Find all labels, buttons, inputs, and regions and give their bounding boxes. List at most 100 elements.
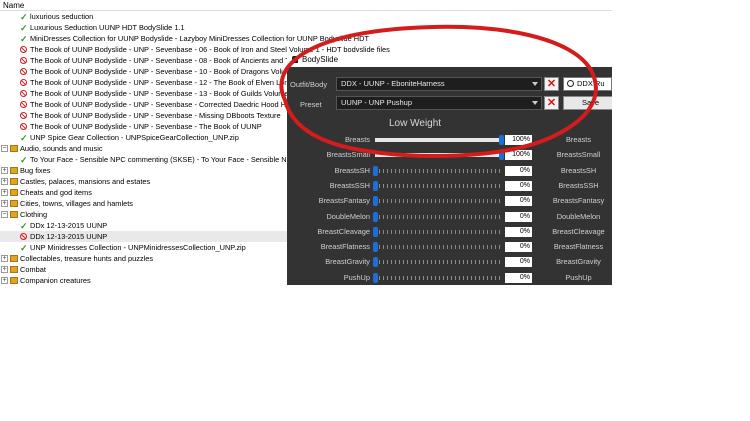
slider-label: BreastCleavage <box>317 226 370 236</box>
row-label: The Book of UUNP Bodyslide - UNP - Seven… <box>30 89 300 98</box>
slider-value-field[interactable]: 100% <box>505 135 532 145</box>
slider-thumb[interactable] <box>373 211 378 222</box>
slider-value-field[interactable]: 0% <box>505 165 532 176</box>
expand-icon[interactable]: + <box>1 167 8 174</box>
row-label: Cheats and god items <box>20 188 92 197</box>
slider-label-high: BreastGravity <box>556 257 601 267</box>
outfit-filter-input[interactable]: DDX Ru <box>563 77 612 91</box>
mod-row[interactable]: ✓ Luxurious Seduction UUNP HDT BodySlide … <box>0 22 612 33</box>
row-label: UNP Spice Gear Collection - UNPSpiceGear… <box>30 133 239 142</box>
row-label: luxurious seduction <box>30 12 94 21</box>
slider-value-field[interactable]: 0% <box>505 242 532 253</box>
slider-value-field[interactable]: 100% <box>505 150 532 161</box>
expand-icon[interactable]: + <box>1 277 8 284</box>
collapse-icon[interactable]: − <box>1 145 8 152</box>
slider-track[interactable] <box>373 165 501 176</box>
row-label: Cities, towns, villages and hamlets <box>20 199 133 208</box>
slider-ticks <box>375 168 501 173</box>
row-label: Collectables, treasure hunts and puzzles <box>20 254 154 263</box>
slider-thumb[interactable] <box>499 150 504 161</box>
column-header-name[interactable]: Name <box>0 0 612 11</box>
enabled-check-icon: ✓ <box>20 23 28 33</box>
row-label: The Book of UUNP Bodyslide - UNP - Seven… <box>30 78 302 87</box>
enabled-check-icon: ✓ <box>20 243 28 253</box>
slider-row: Breasts 100% Breasts <box>287 134 612 146</box>
slider-thumb[interactable] <box>499 135 504 145</box>
slider-value-field[interactable]: 0% <box>505 211 532 222</box>
conflict-ban-icon <box>20 68 27 75</box>
slider-row: PushUp 0% PushUp <box>287 272 612 284</box>
slider-track[interactable] <box>373 226 501 237</box>
row-label: Combat <box>20 265 46 274</box>
clear-outfit-button[interactable]: ✕ <box>544 77 559 91</box>
slider-thumb[interactable] <box>373 180 378 191</box>
slider-thumb[interactable] <box>373 196 378 207</box>
slider-label: BreastsSH <box>334 165 370 175</box>
row-label: The Book of UUNP Bodyslide - UNP - Seven… <box>30 67 302 76</box>
slider-track[interactable] <box>373 257 501 268</box>
slider-value-field[interactable]: 0% <box>505 180 532 191</box>
expand-icon[interactable]: + <box>1 266 8 273</box>
slider-fill <box>375 138 501 142</box>
conflict-ban-icon <box>20 79 27 86</box>
mod-row[interactable]: ✓ MiniDresses Collection for UUNP Bodysli… <box>0 33 612 44</box>
chevron-down-icon <box>532 82 538 86</box>
outfit-body-select[interactable]: DDX - UUNP - EboniteHarness <box>336 77 542 91</box>
slider-label-high: BreastFlatness <box>553 242 604 252</box>
slider-track[interactable] <box>373 196 501 207</box>
slider-track[interactable] <box>373 272 501 283</box>
slider-label: BreastsFantasy <box>318 196 370 206</box>
enabled-check-icon: ✓ <box>20 155 28 165</box>
slider-label-high: BreastCleavage <box>552 226 605 236</box>
slider-thumb[interactable] <box>373 242 378 253</box>
slider-thumb[interactable] <box>373 272 378 283</box>
slider-ticks <box>375 275 501 280</box>
preset-select[interactable]: UUNP - UNP Pushup <box>336 96 542 110</box>
slider-track[interactable] <box>373 180 501 191</box>
slider-value-field[interactable]: 0% <box>505 272 532 283</box>
clear-preset-button[interactable]: ✕ <box>544 96 559 110</box>
low-weight-heading: Low Weight <box>389 118 442 129</box>
slider-value-field[interactable]: 0% <box>505 226 532 237</box>
row-label: The Book of UUNP Bodyslide - UNP - Seven… <box>30 122 262 131</box>
slider-track[interactable] <box>373 211 501 222</box>
slider-label-high: BreastsSmall <box>556 150 601 160</box>
search-icon <box>567 80 574 87</box>
slider-label-high: DoubleMelon <box>556 211 601 221</box>
mod-row[interactable]: ✓ luxurious seduction <box>0 11 612 22</box>
row-label: The Book of UUNP Bodyslide - UNP - Seven… <box>30 111 281 120</box>
slider-track[interactable] <box>375 150 504 161</box>
slider-label-high: BreastsFantasy <box>552 196 605 206</box>
enabled-check-icon: ✓ <box>20 12 28 22</box>
slider-ticks <box>375 245 501 250</box>
save-button[interactable]: Save <box>563 96 612 110</box>
slider-ticks <box>375 183 501 188</box>
row-label: To Your Face - Sensible NPC commenting (… <box>30 155 307 164</box>
collapse-icon[interactable]: − <box>1 211 8 218</box>
slider-track[interactable] <box>373 242 501 253</box>
bodyslide-window: BodySlide Outfit/Body DDX - UUNP - Eboni… <box>287 52 612 285</box>
conflict-ban-icon <box>20 112 27 119</box>
slider-label-high: Breasts <box>565 135 592 144</box>
bodyslide-titlebar[interactable]: BodySlide <box>287 52 612 67</box>
slider-track[interactable] <box>375 135 504 145</box>
slider-label: Breasts <box>344 135 370 144</box>
conflict-ban-icon <box>20 57 27 64</box>
slider-value-field[interactable]: 0% <box>505 196 532 207</box>
expand-icon[interactable]: + <box>1 178 8 185</box>
expand-icon[interactable]: + <box>1 189 8 196</box>
outfit-body-value: DDX - UUNP - EboniteHarness <box>341 79 445 88</box>
preset-value: UUNP - UNP Pushup <box>341 98 413 107</box>
expand-icon[interactable]: + <box>1 200 8 207</box>
slider-thumb[interactable] <box>373 165 378 176</box>
row-label: Luxurious Seduction UUNP HDT BodySlide 1… <box>30 23 185 32</box>
folder-icon <box>10 200 18 207</box>
slider-row: BreastFlatness 0% BreastFlatness <box>287 241 612 253</box>
slider-value-field[interactable]: 0% <box>505 257 532 268</box>
slider-thumb[interactable] <box>373 226 378 237</box>
slider-thumb[interactable] <box>373 257 378 268</box>
row-label: The Book of UUNP Bodyslide - UNP - Seven… <box>30 56 304 65</box>
row-label: UNP Minidresses Collection - UNPMinidres… <box>30 243 246 252</box>
expand-icon[interactable]: + <box>1 255 8 262</box>
window-title: BodySlide <box>302 55 339 64</box>
